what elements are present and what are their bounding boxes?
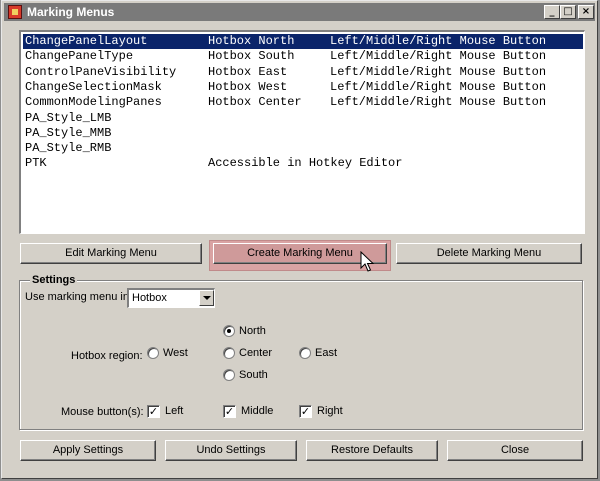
list-item-region: Hotbox East bbox=[208, 64, 288, 79]
app-icon bbox=[8, 5, 22, 19]
list-item-name: ChangePanelLayout bbox=[25, 34, 148, 48]
list-item[interactable]: ChangePanelType Hotbox South Left/Middle/R… bbox=[23, 49, 583, 64]
list-item-region: Hotbox Center bbox=[208, 95, 302, 110]
use-marking-menu-value: Hotbox bbox=[132, 292, 167, 304]
title-bar[interactable]: Marking Menus _ □ × bbox=[4, 3, 595, 21]
maximize-button[interactable]: □ bbox=[560, 5, 576, 19]
restore-defaults-button[interactable]: Restore Defaults bbox=[306, 440, 438, 461]
region-south-radio[interactable] bbox=[223, 369, 235, 381]
use-marking-menu-select[interactable]: Hotbox bbox=[127, 288, 215, 308]
mouse-left-label: Left bbox=[165, 405, 184, 417]
list-item-name: PTK bbox=[25, 156, 47, 171]
mouse-buttons-label: Mouse button(s): bbox=[61, 406, 144, 418]
list-item-button: Left/Middle/Right Mouse Button bbox=[330, 79, 547, 94]
list-item-button: Left/Middle/Right Mouse Button bbox=[330, 95, 547, 110]
list-item-name: PA_Style_LMB bbox=[25, 110, 112, 125]
list-item[interactable]: CommonModelingPanes Hotbox Center Left/Mid… bbox=[23, 95, 583, 110]
region-west-radio[interactable] bbox=[147, 347, 159, 359]
hotbox-region-label: Hotbox region: bbox=[71, 350, 143, 362]
marking-menus-window: Marking Menus _ □ × ChangePanelLayout Hot… bbox=[1, 0, 598, 479]
list-item-button: Left/Middle/Right Mouse Button bbox=[330, 49, 547, 64]
chevron-down-icon[interactable] bbox=[199, 290, 214, 306]
list-item-name: ControlPaneVisibility bbox=[25, 64, 177, 79]
list-item-name: ChangeSelectionMask bbox=[25, 79, 162, 94]
mouse-cursor-icon bbox=[360, 251, 375, 272]
list-item-region: Hotbox North bbox=[208, 34, 295, 48]
region-north-label: North bbox=[239, 325, 266, 337]
list-item[interactable]: ControlPaneVisibility Hotbox East Left/Mid… bbox=[23, 65, 583, 80]
list-item-button: Left/Middle/Right Mouse Button bbox=[330, 64, 547, 79]
region-north-radio[interactable] bbox=[223, 325, 235, 337]
list-item-name: CommonModelingPanes bbox=[25, 95, 162, 110]
mouse-right-checkbox[interactable]: ✓ bbox=[299, 405, 312, 418]
region-center-label: Center bbox=[239, 347, 273, 359]
list-item[interactable]: PA_Style_RMB bbox=[23, 141, 583, 156]
list-item[interactable]: ChangePanelLayout Hotbox North Left/Middle… bbox=[23, 34, 583, 49]
list-item-name: PA_Style_MMB bbox=[25, 125, 112, 140]
region-center-radio[interactable] bbox=[223, 347, 235, 359]
edit-marking-menu-button[interactable]: Edit Marking Menu bbox=[20, 243, 202, 264]
region-west-label: West bbox=[163, 347, 188, 359]
list-item-region: Accessible in Hotkey Editor bbox=[208, 156, 403, 171]
undo-settings-button[interactable]: Undo Settings bbox=[165, 440, 297, 461]
close-button[interactable]: Close bbox=[447, 440, 583, 461]
list-item[interactable]: ChangeSelectionMask Hotbox West Left/Middl… bbox=[23, 80, 583, 95]
use-marking-menu-label: Use marking menu in: bbox=[25, 291, 132, 303]
list-item-name: PA_Style_RMB bbox=[25, 141, 112, 156]
list-item[interactable]: PA_Style_MMB bbox=[23, 126, 583, 141]
region-south-label: South bbox=[239, 369, 268, 381]
list-item-button: Left/Middle/Right Mouse Button bbox=[330, 34, 547, 48]
settings-group-label: Settings bbox=[30, 274, 78, 286]
close-window-button[interactable]: × bbox=[578, 5, 594, 19]
list-item-region: Hotbox South bbox=[208, 49, 295, 64]
mouse-left-checkbox[interactable]: ✓ bbox=[147, 405, 160, 418]
list-item[interactable]: PA_Style_LMB bbox=[23, 111, 583, 126]
mouse-right-label: Right bbox=[317, 405, 343, 417]
list-item-name: ChangePanelType bbox=[25, 49, 134, 64]
list-item-region: Hotbox West bbox=[208, 79, 288, 94]
window-title: Marking Menus bbox=[27, 5, 115, 19]
minimize-button[interactable]: _ bbox=[544, 5, 560, 19]
delete-marking-menu-button[interactable]: Delete Marking Menu bbox=[396, 243, 582, 264]
marking-menu-list[interactable]: ChangePanelLayout Hotbox North Left/Middle… bbox=[19, 30, 585, 234]
apply-settings-button[interactable]: Apply Settings bbox=[20, 440, 156, 461]
mouse-middle-label: Middle bbox=[241, 405, 274, 417]
region-east-label: East bbox=[315, 347, 338, 359]
list-item[interactable]: PTK Accessible in Hotkey Editor bbox=[23, 156, 583, 171]
region-east-radio[interactable] bbox=[299, 347, 311, 359]
mouse-middle-checkbox[interactable]: ✓ bbox=[223, 405, 236, 418]
